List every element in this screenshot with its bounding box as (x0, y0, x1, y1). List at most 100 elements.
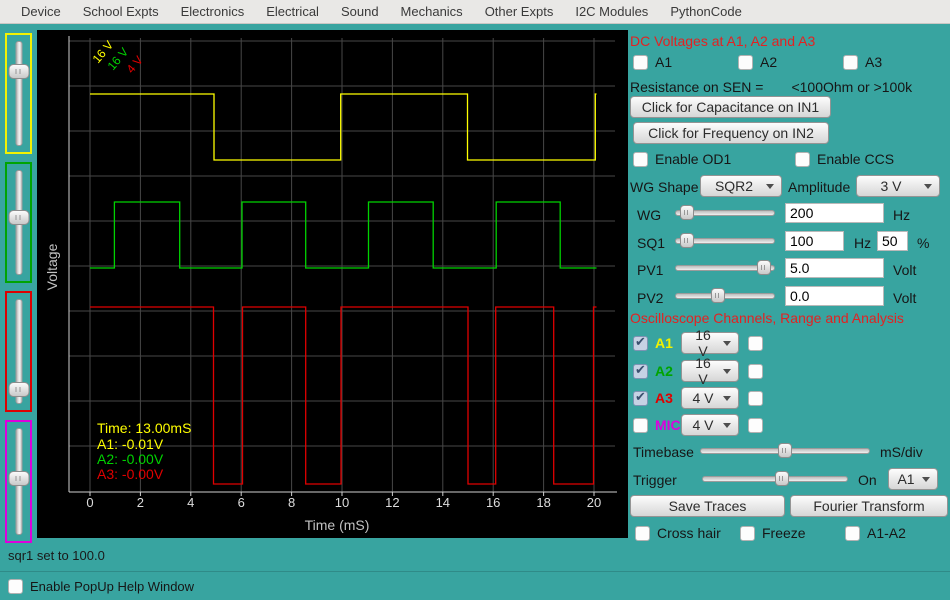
channel-A1-range-select[interactable]: 16 V (681, 327, 739, 359)
timebase-slider[interactable] (700, 442, 870, 459)
menu-bar: Device School Expts Electronics Electric… (0, 0, 950, 24)
dc-a3-checkbox-row: A3 (843, 54, 882, 70)
trigger-slider[interactable] (702, 470, 848, 487)
channel-MIC-label: MIC (655, 417, 681, 433)
chevron-down-icon (723, 422, 731, 428)
chevron-down-icon (922, 476, 930, 482)
sq1-unit: Hz (854, 235, 872, 251)
x-tick-label: 18 (536, 495, 550, 510)
enable-ccs-checkbox[interactable] (795, 151, 810, 167)
channel-A3-range-select[interactable]: 4 V (681, 387, 739, 409)
oscilloscope-plot-area[interactable]: 0 2 4 6 8 10 12 14 16 18 20 Time (mS) Voltage 16 V 16 … (37, 30, 628, 538)
sq1-duty-input[interactable] (877, 231, 908, 251)
wg-shape-select[interactable]: SQR2 (700, 175, 782, 197)
sq1-label: SQ1 (637, 235, 666, 251)
channel-A1-enable-checkbox[interactable] (633, 334, 648, 351)
channel-A2-range-select[interactable]: 16 V (681, 355, 739, 387)
channel-A2-enable-checkbox[interactable] (633, 362, 648, 379)
menu-electrical[interactable]: Electrical (255, 0, 330, 24)
amplitude-select[interactable]: 3 V (856, 175, 940, 197)
popup-help-checkbox[interactable] (8, 579, 23, 594)
channel-A1-analysis-checkbox[interactable] (748, 335, 763, 351)
channel-A3-label: A3 (655, 390, 673, 406)
channel-A2-analysis-checkbox[interactable] (748, 363, 763, 379)
dc-a2-checkbox[interactable] (738, 54, 753, 70)
amplitude-label: Amplitude (788, 179, 851, 195)
dc-a3-checkbox[interactable] (843, 54, 858, 70)
menu-i2c-modules[interactable]: I2C Modules (564, 0, 659, 24)
dc-a1-checkbox[interactable] (633, 54, 648, 70)
menu-device[interactable]: Device (10, 0, 72, 24)
chevron-down-icon (723, 368, 731, 374)
x-tick-label: 2 (137, 495, 144, 510)
menu-school-expts[interactable]: School Expts (72, 0, 170, 24)
pv1-slider[interactable] (675, 259, 775, 276)
vertical-slider-groove[interactable] (15, 41, 22, 146)
sq1-slider-handle[interactable] (680, 233, 694, 248)
sen-label: Resistance on SEN = (630, 79, 764, 95)
a1-a2-checkbox[interactable] (845, 525, 860, 541)
pv1-label: PV1 (637, 262, 664, 278)
readout-line: A2: -0.00V (97, 451, 164, 467)
wg-shape-label: WG Shape (630, 179, 699, 195)
trigger-slider-handle[interactable] (775, 471, 790, 486)
menu-other-expts[interactable]: Other Expts (474, 0, 565, 24)
trace-A3 (90, 306, 597, 485)
wg-slider[interactable] (675, 204, 775, 221)
channel-MIC-analysis-checkbox[interactable] (748, 417, 763, 433)
wg-slider-handle[interactable] (680, 205, 694, 220)
enable-od1-checkbox[interactable] (633, 151, 648, 167)
channel-row-A3: A3 4 V (633, 387, 763, 409)
trigger-on-label: On (858, 472, 877, 488)
wg-frequency-input[interactable] (785, 203, 884, 223)
readout-line: A1: -0.01V (97, 436, 164, 452)
pv2-slider-groove[interactable] (675, 293, 775, 299)
pv1-slider-handle[interactable] (757, 260, 771, 275)
scope-channels-header: Oscilloscope Channels, Range and Analysi… (630, 310, 904, 326)
channel-MIC-range-select[interactable]: 4 V (681, 414, 739, 436)
cross-hair-checkbox[interactable] (635, 525, 650, 541)
menu-sound[interactable]: Sound (330, 0, 390, 24)
x-tick-label: 10 (335, 495, 349, 510)
a1-a2-label: A1-A2 (867, 525, 906, 541)
oscilloscope-plot[interactable]: 0 2 4 6 8 10 12 14 16 18 20Time (mS)Voltage16 V16 … (37, 30, 628, 538)
freeze-checkbox[interactable] (740, 525, 755, 541)
fourier-transform-button[interactable]: Fourier Transform (790, 495, 948, 517)
popup-help-label: Enable PopUp Help Window (30, 579, 195, 594)
popup-help-row: Enable PopUp Help Window (8, 579, 194, 594)
x-tick-label: 14 (436, 495, 450, 510)
menu-electronics[interactable]: Electronics (170, 0, 256, 24)
channel-A2-label: A2 (655, 363, 673, 379)
channel-A3-analysis-checkbox[interactable] (748, 390, 763, 406)
wg-label: WG (637, 207, 662, 223)
pv2-voltage-input[interactable] (785, 286, 884, 306)
sq1-frequency-input[interactable] (785, 231, 844, 251)
pv2-slider-handle[interactable] (711, 288, 725, 303)
vertical-slider-handle[interactable] (8, 471, 29, 486)
pv1-voltage-input[interactable] (785, 258, 884, 278)
menu-mechanics[interactable]: Mechanics (390, 0, 474, 24)
menu-pythoncode[interactable]: PythonCode (659, 0, 753, 24)
trace-A1 (90, 93, 597, 161)
pv2-slider[interactable] (675, 287, 775, 304)
readout-line: A3: -0.00V (97, 466, 164, 482)
channel-MIC-range-value: 4 V (692, 417, 714, 433)
vertical-slider-handle[interactable] (8, 64, 29, 79)
sq1-slider[interactable] (675, 232, 775, 249)
save-traces-button[interactable]: Save Traces (630, 495, 785, 517)
pv2-label: PV2 (637, 290, 664, 306)
capacitance-button[interactable]: Click for Capacitance on IN1 (630, 96, 831, 118)
x-tick-label: 16 (486, 495, 500, 510)
timebase-slider-handle[interactable] (778, 443, 792, 458)
trigger-source-select[interactable]: A1 (888, 468, 938, 490)
vertical-slider-handle[interactable] (8, 210, 29, 225)
channel-A3-enable-checkbox[interactable] (633, 389, 648, 406)
app-window: Device School Expts Electronics Electric… (0, 0, 950, 600)
channel-row-MIC: MIC 4 V (633, 414, 763, 436)
channel-row-A2: A2 16 V (633, 355, 763, 387)
frequency-button[interactable]: Click for Frequency on IN2 (633, 122, 829, 144)
vertical-slider-handle[interactable] (8, 382, 29, 397)
channel-MIC-enable-checkbox[interactable] (633, 417, 648, 433)
enable-ccs-row: Enable CCS (795, 151, 894, 167)
vertical-slider-frame-A1-offset (5, 33, 32, 154)
